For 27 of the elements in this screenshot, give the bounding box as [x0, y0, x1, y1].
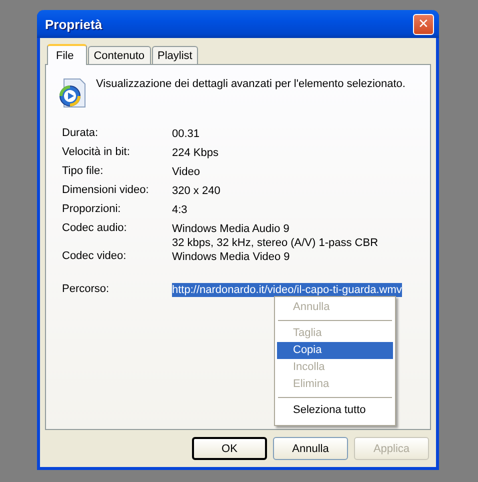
- dialog-button[interactable]: OK: [192, 437, 267, 460]
- property-value: Windows Media Video 9: [172, 250, 290, 264]
- property-value: 4:3: [172, 203, 188, 217]
- property-value: 320 x 240: [172, 184, 220, 198]
- description-text: Visualizzazione dei dettagli avanzati per l'elemento selezionato.: [96, 77, 406, 90]
- dialog-button[interactable]: Annulla: [273, 437, 348, 460]
- property-value: 32 kbps, 32 kHz, stereo (A/V) 1-pass CBR: [172, 236, 378, 250]
- property-label: Durata:: [62, 127, 100, 141]
- tab[interactable]: File: [47, 44, 87, 65]
- window-title: Proprietà: [45, 16, 102, 32]
- property-label: Codec video:: [62, 250, 128, 264]
- tab[interactable]: Playlist: [152, 46, 198, 64]
- property-label: Tipo file:: [62, 165, 104, 179]
- property-value: 00.31: [172, 127, 200, 141]
- property-label: Percorso:: [62, 283, 110, 297]
- property-label: Dimensioni video:: [62, 184, 150, 198]
- property-label: Proporzioni:: [62, 203, 122, 217]
- property-label: Velocità in bit:: [62, 146, 131, 160]
- tab[interactable]: Contenuto: [88, 46, 150, 64]
- property-value: Windows Media Audio 9: [172, 222, 290, 236]
- selected-path-text[interactable]: http://nardonardo.it/video/il-capo-ti-guarda.wmv: [172, 283, 402, 297]
- property-value: 224 Kbps: [172, 146, 218, 160]
- property-value: Video: [172, 165, 200, 179]
- close-button[interactable]: ✕: [413, 14, 434, 34]
- menu-item[interactable]: Seleziona tutto: [277, 402, 393, 419]
- property-label: Codec audio:: [62, 222, 128, 236]
- menu-item[interactable]: Copia: [277, 342, 393, 359]
